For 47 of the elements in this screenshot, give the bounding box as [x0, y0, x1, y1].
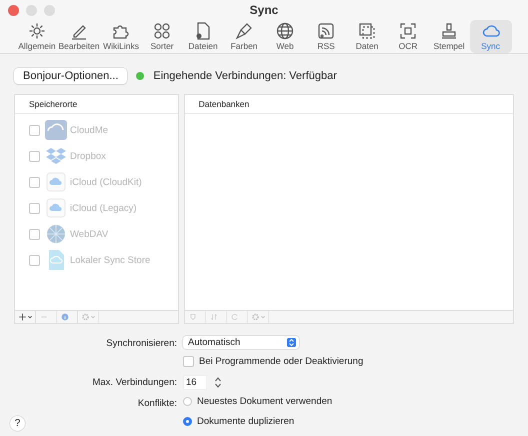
globe-icon	[45, 224, 67, 244]
help-button[interactable]: ?	[10, 416, 25, 431]
cloud-icon	[45, 172, 67, 192]
field-label: Synchronisieren:	[105, 338, 177, 350]
toolbar-tab[interactable]: RSS	[306, 20, 347, 53]
toolbar-tab[interactable]: Stempel	[428, 20, 470, 53]
zoom-button[interactable]	[44, 5, 55, 16]
toolbar-tab[interactable]: OCR	[388, 20, 429, 53]
number-field[interactable]: 16	[183, 375, 207, 390]
toolbar-tab[interactable]: Farben	[224, 20, 265, 53]
brush-icon	[235, 22, 254, 40]
frames-icon	[358, 22, 376, 40]
minimize-button[interactable]	[26, 5, 37, 16]
toolbar-tab[interactable]: Dateien	[182, 20, 224, 53]
stamp-icon	[440, 22, 458, 40]
toolbar-tab[interactable]: Daten	[346, 20, 388, 53]
globe-icon	[276, 22, 294, 40]
cloud-icon	[45, 120, 67, 140]
radio-label[interactable]: Neuestes Dokument verwenden	[197, 396, 332, 408]
scan-icon	[399, 22, 418, 40]
panel-header: Speicherorte	[15, 95, 178, 114]
cloud-icon	[45, 198, 67, 218]
field-label: Konflikte:	[136, 398, 177, 409]
radio-button[interactable]	[183, 397, 192, 406]
bonjour-options-button[interactable]: Bonjour-Optionen...	[14, 68, 128, 84]
sync-dropdown[interactable]: Automatisch	[183, 336, 299, 349]
document-icon	[194, 22, 212, 40]
circles-icon	[153, 22, 172, 40]
stepper-control[interactable]	[214, 376, 222, 390]
toolbar-tab[interactable]: Bearbeiten	[57, 20, 101, 53]
box-icon	[45, 146, 67, 166]
toolbar-tab[interactable]: Sorter	[142, 20, 183, 53]
plus-icon	[16, 312, 34, 322]
toolbar-tab[interactable]: WikiLinks	[100, 20, 142, 53]
feed-icon	[317, 22, 336, 40]
close-button[interactable]	[8, 5, 19, 16]
window-title: Sync	[250, 3, 278, 17]
connection-status: Eingehende Verbindungen: Verfügbar	[153, 70, 337, 82]
radio-button[interactable]	[183, 416, 192, 426]
checkbox-label[interactable]: Bei Programmende oder Deaktivierung	[199, 356, 364, 368]
checkbox[interactable]	[183, 356, 194, 368]
toolbar-tab[interactable]: Allgemein	[16, 20, 58, 53]
chevrons-icon	[287, 338, 296, 347]
field-label: Max. Verbindungen:	[91, 377, 177, 388]
panel-header: Datenbanken	[184, 95, 513, 114]
toolbar-tab[interactable]: Web	[264, 20, 306, 53]
radio-label[interactable]: Dokumente duplizieren	[197, 416, 294, 427]
